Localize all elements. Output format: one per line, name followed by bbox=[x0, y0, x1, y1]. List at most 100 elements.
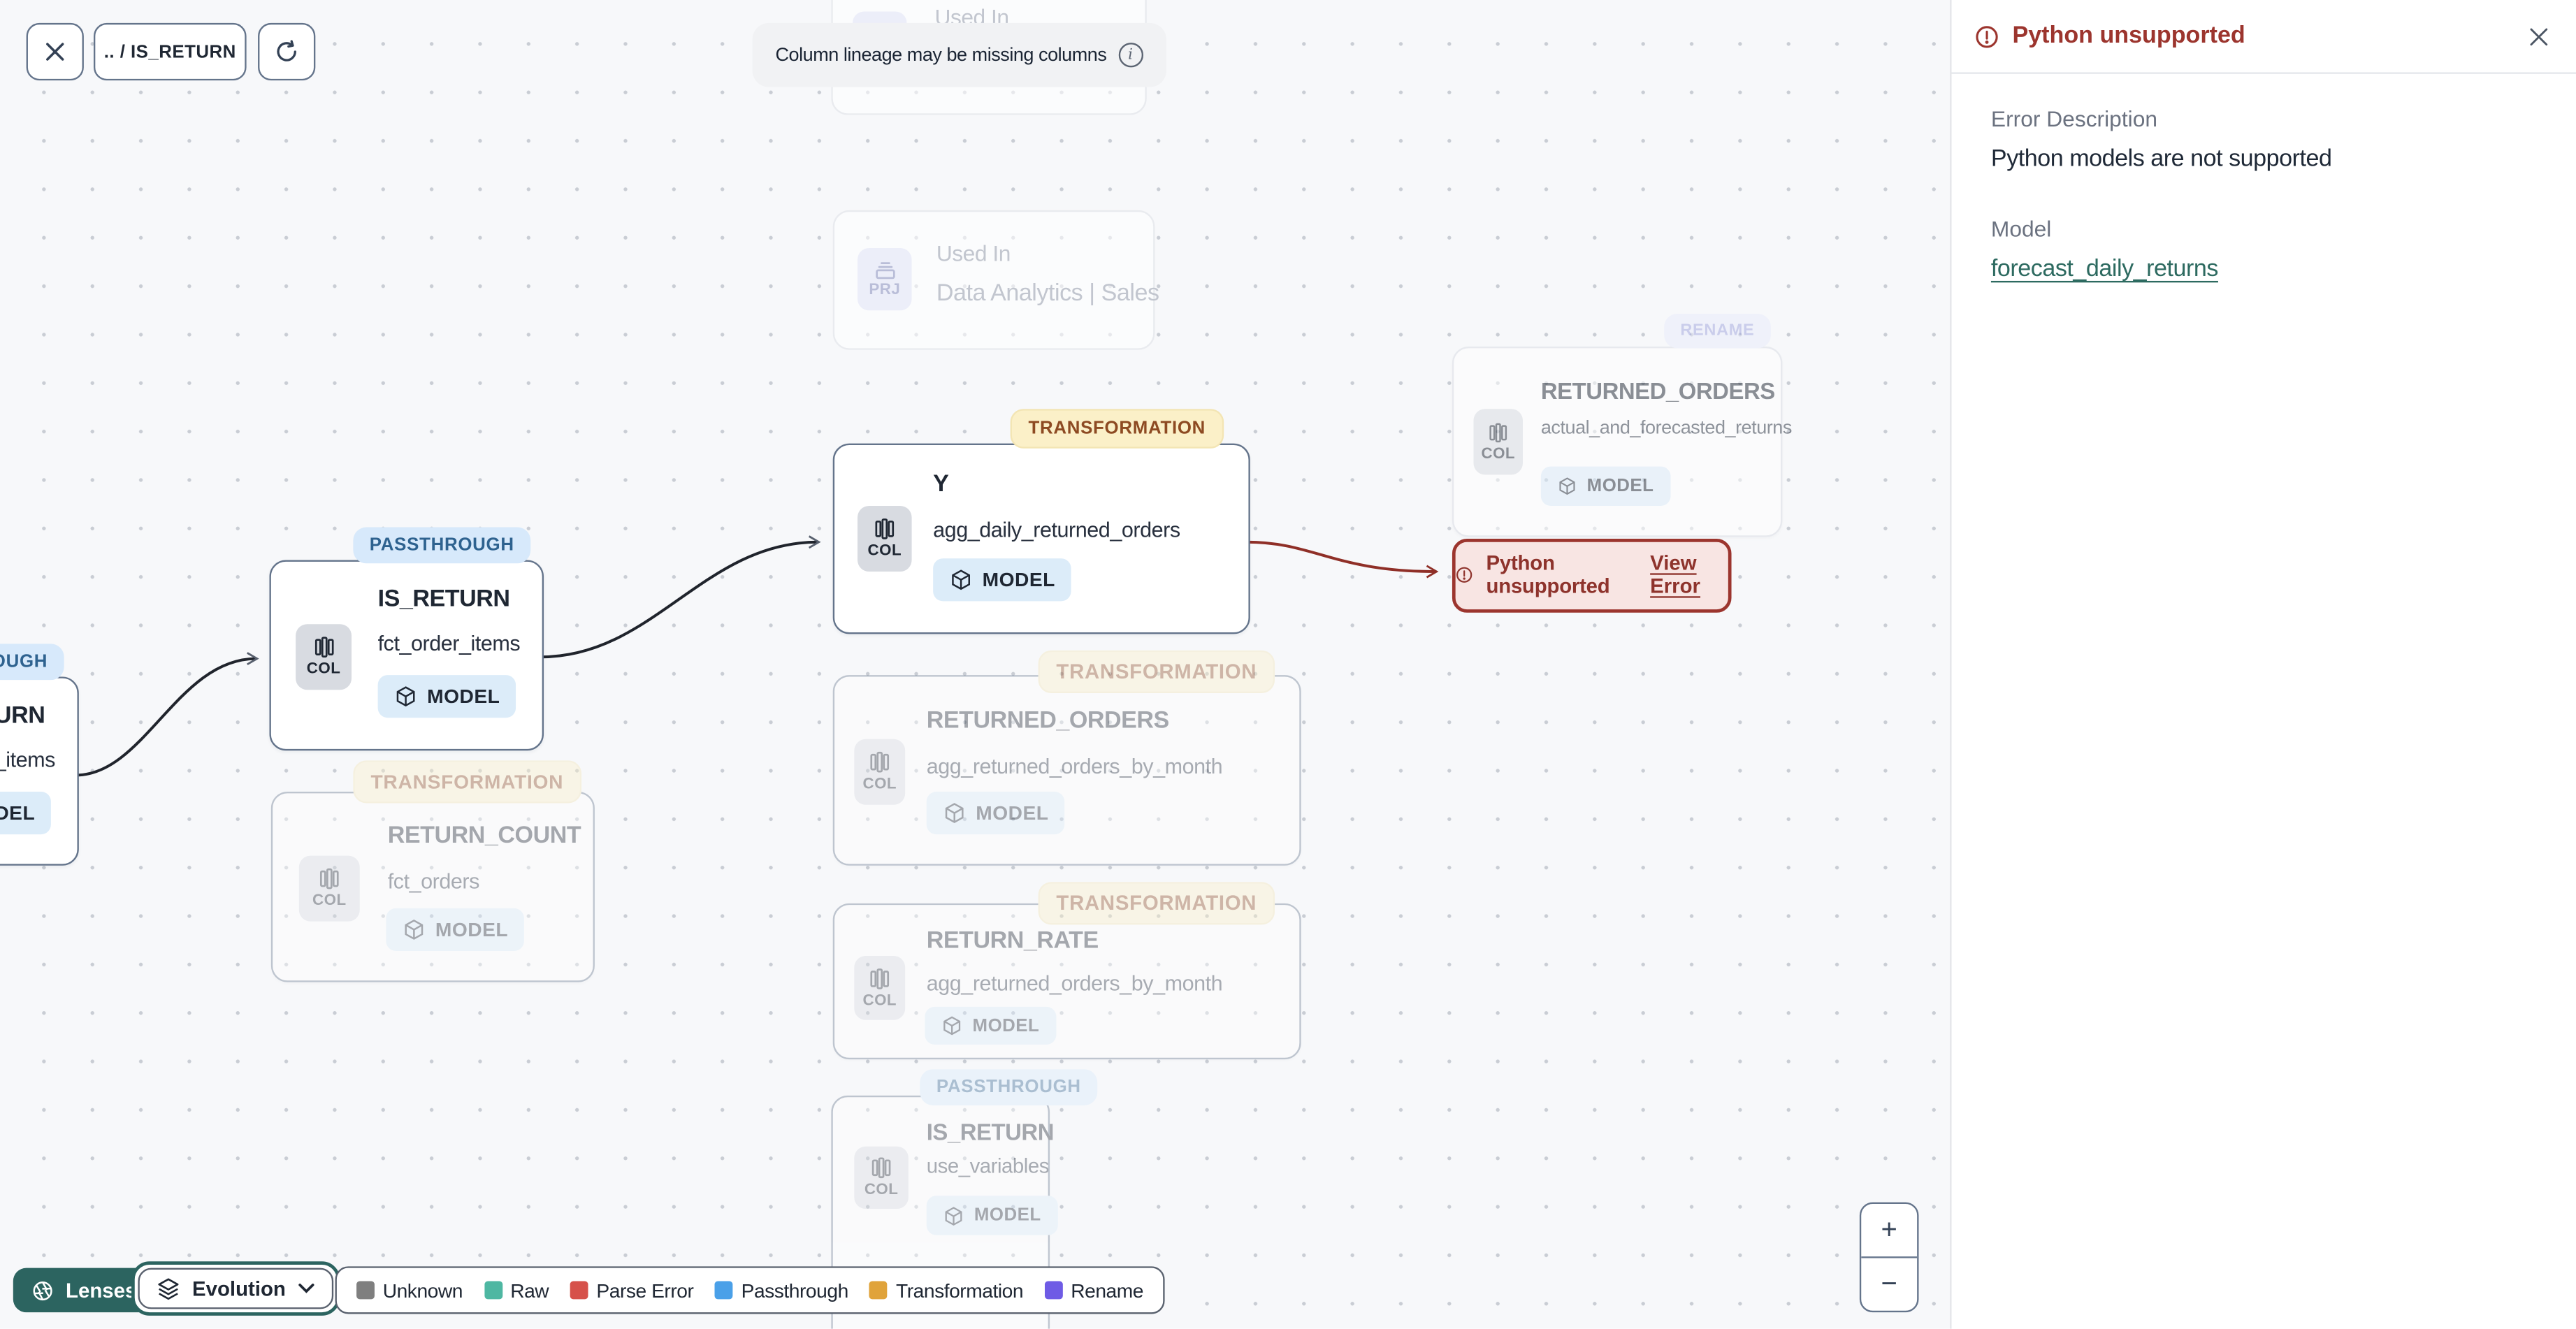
panel-header: Python unsupported bbox=[1951, 0, 2576, 74]
chip-label: MODEL bbox=[982, 568, 1055, 592]
project-icon-badge: PRJ bbox=[858, 247, 912, 311]
evolution-lens-select[interactable]: Evolution bbox=[131, 1261, 340, 1316]
column-icon-badge: COL bbox=[298, 855, 360, 922]
zoom-controls: + − bbox=[1859, 1202, 1919, 1313]
evolution-label: Evolution bbox=[192, 1277, 286, 1300]
column-icon-badge: COL bbox=[858, 505, 912, 572]
chip-label: MODEL bbox=[427, 685, 500, 709]
node-type-badge: PASSTHROUGH bbox=[353, 527, 531, 564]
kind-label: COL bbox=[306, 660, 341, 678]
error-description-label: Error Description bbox=[1990, 106, 2157, 132]
zoom-out-button[interactable]: − bbox=[1861, 1256, 1918, 1311]
kind-label: COL bbox=[862, 991, 897, 1010]
node-agg-daily-returned-orders[interactable]: TRANSFORMATION COL Y agg_daily_returned_… bbox=[832, 409, 1250, 634]
chip-label: MODEL bbox=[0, 801, 36, 825]
node-subtitle: use_variables bbox=[926, 1154, 1050, 1178]
node-returned-orders-by-month[interactable]: TRANSFORMATION COL RETURNED_ORDERS agg_r… bbox=[832, 650, 1301, 866]
view-error-link[interactable]: View Error bbox=[1650, 552, 1728, 598]
node-subtitle: fct_order_items bbox=[377, 630, 521, 655]
node-used-in-sales[interactable]: PRJ Used In Data Analytics | Sales bbox=[832, 210, 1159, 350]
cube-icon bbox=[1559, 477, 1575, 495]
cube-icon bbox=[405, 920, 424, 940]
node-subtitle: fct_orders bbox=[387, 869, 480, 894]
legend-item-transformation: Transformation bbox=[869, 1279, 1024, 1302]
node-title: RETURN_COUNT bbox=[387, 822, 581, 850]
panel-close-button[interactable] bbox=[2521, 20, 2554, 52]
edge-agg-daily-to-error bbox=[1246, 540, 1439, 579]
legend-swatch bbox=[570, 1281, 588, 1300]
node-subtitle: Data Analytics | Sales bbox=[936, 280, 1159, 307]
legend-swatch bbox=[356, 1281, 375, 1300]
node-subtitle: actual_and_forecasted_returns bbox=[1540, 419, 1793, 439]
project-icon bbox=[875, 262, 895, 279]
model-link[interactable]: forecast_daily_returns bbox=[1991, 256, 2218, 283]
legend-swatch bbox=[484, 1281, 502, 1300]
python-unsupported-error-chip[interactable]: Python unsupported View Error bbox=[1452, 538, 1732, 612]
column-icon-badge: COL bbox=[296, 624, 352, 690]
node-type-badge: PASSTHROUGH bbox=[920, 1069, 1098, 1105]
node-title: Y bbox=[933, 471, 949, 498]
node-return-rate[interactable]: TRANSFORMATION COL RETURN_RATE agg_retur… bbox=[832, 882, 1301, 1060]
close-lineage-button[interactable] bbox=[26, 22, 84, 81]
node-is-return-fct-order-items[interactable]: PASSTHROUGH COL IS_RETURN fct_order_item… bbox=[269, 527, 544, 751]
column-icon-badge: COL bbox=[854, 956, 906, 1020]
node-subtitle: fct_order_items bbox=[0, 747, 55, 772]
legend-item-raw: Raw bbox=[484, 1279, 549, 1302]
zoom-in-button[interactable]: + bbox=[1861, 1204, 1917, 1256]
legend-item-rename: Rename bbox=[1044, 1279, 1144, 1302]
info-icon[interactable]: i bbox=[1117, 43, 1143, 68]
kind-label: COL bbox=[862, 775, 897, 794]
model-chip: MODEL bbox=[925, 1006, 1056, 1045]
alert-circle-icon bbox=[1456, 567, 1472, 583]
column-icon-badge: COL bbox=[1473, 409, 1524, 475]
columns-icon bbox=[871, 1157, 891, 1179]
columns-icon bbox=[1489, 422, 1507, 442]
cube-icon bbox=[396, 686, 415, 707]
node-type-badge: PASSTHROUGH bbox=[0, 644, 64, 681]
refresh-icon bbox=[277, 40, 296, 61]
node-type-badge: TRANSFORMATION bbox=[352, 760, 582, 804]
breadcrumb-label: .. / IS_RETURN bbox=[103, 41, 236, 62]
alert-circle-icon bbox=[1976, 25, 1998, 48]
model-chip: MODEL bbox=[926, 1196, 1058, 1235]
node-type-badge: TRANSFORMATION bbox=[1038, 650, 1275, 693]
error-description-value: Python models are not supported bbox=[1990, 146, 2332, 173]
node-subtitle: agg_daily_returned_orders bbox=[933, 517, 1180, 542]
cube-icon bbox=[945, 803, 964, 823]
columns-icon bbox=[319, 868, 339, 889]
layers-icon bbox=[158, 1278, 179, 1300]
node-title: RETURNED_ORDERS bbox=[1540, 377, 1775, 405]
model-chip: MODEL bbox=[1540, 466, 1670, 506]
close-icon bbox=[2529, 27, 2547, 45]
error-detail-panel: Python unsupported Error Description Pyt… bbox=[1950, 0, 2576, 1329]
legend-item-passthrough: Passthrough bbox=[714, 1279, 848, 1302]
node-title: Used In bbox=[936, 241, 1011, 266]
app-window: PRJ Used In Data Analytics | Marketing P… bbox=[0, 0, 2576, 1329]
node-is-return-clipped[interactable]: PASSTHROUGH IS_RETURN fct_order_items MO… bbox=[0, 644, 79, 866]
error-chip-label: Python unsupported bbox=[1486, 552, 1610, 598]
columns-icon bbox=[875, 518, 895, 539]
columns-icon bbox=[870, 967, 890, 989]
node-title: RETURNED_ORDERS bbox=[926, 708, 1170, 734]
node-subtitle: agg_returned_orders_by_month bbox=[926, 753, 1223, 779]
chip-label: MODEL bbox=[972, 1015, 1040, 1036]
node-type-badge: TRANSFORMATION bbox=[1010, 409, 1224, 449]
edge-is-return-to-agg-daily bbox=[540, 535, 821, 659]
columns-icon bbox=[314, 637, 333, 658]
refresh-button[interactable] bbox=[258, 22, 316, 81]
lineage-canvas[interactable]: PRJ Used In Data Analytics | Marketing P… bbox=[0, 0, 1951, 1329]
chip-label: MODEL bbox=[976, 801, 1049, 825]
node-title: IS_RETURN bbox=[0, 703, 45, 729]
lenses-label: Lenses bbox=[66, 1278, 137, 1302]
panel-title: Python unsupported bbox=[2012, 22, 2245, 50]
toast-text: Column lineage may be missing columns bbox=[775, 45, 1107, 65]
kind-label: COL bbox=[867, 542, 902, 560]
cube-icon bbox=[952, 569, 970, 590]
cube-icon bbox=[945, 1206, 962, 1225]
node-title: IS_RETURN bbox=[926, 1118, 1055, 1145]
node-return-count[interactable]: TRANSFORMATION COL RETURN_COUNT fct_orde… bbox=[270, 760, 595, 982]
node-title: IS_RETURN bbox=[377, 586, 510, 613]
lineage-warning-toast: Column lineage may be missing columns i bbox=[752, 22, 1166, 87]
node-returned-orders-rename[interactable]: RENAME COL RETURNED_ORDERS actual_and_fo… bbox=[1452, 313, 1792, 537]
breadcrumb[interactable]: .. / IS_RETURN bbox=[93, 22, 247, 81]
